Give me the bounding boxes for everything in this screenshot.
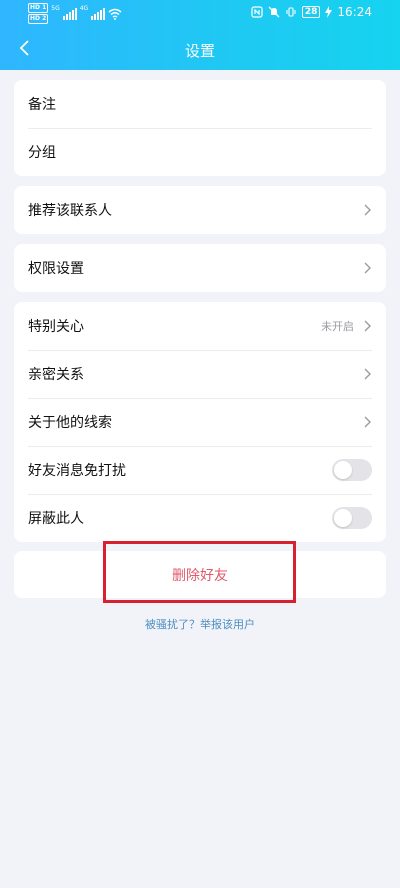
highlight-box <box>103 541 296 603</box>
network-type-1: 5G <box>51 5 60 12</box>
row-label: 权限设置 <box>28 261 84 277</box>
row-group[interactable]: 分组 <box>14 128 386 176</box>
hd-indicators: HD 1 HD 2 <box>28 3 49 24</box>
card-permissions: 权限设置 <box>14 244 386 292</box>
chevron-right-icon <box>364 320 371 332</box>
status-bar: HD 1 HD 2 5G 4G 28 16:24 <box>0 0 400 28</box>
page-title: 设置 <box>184 42 215 60</box>
chevron-right-icon <box>364 368 371 380</box>
row-label: 备注 <box>28 97 56 113</box>
card-recommend: 推荐该联系人 <box>14 186 386 234</box>
wifi-icon <box>108 8 122 20</box>
row-permission-settings[interactable]: 权限设置 <box>14 244 386 292</box>
chevron-right-icon <box>364 204 371 216</box>
hd1-label: HD 1 <box>28 3 49 13</box>
row-label: 特别关心 <box>28 319 84 335</box>
row-label: 好友消息免打扰 <box>28 463 126 479</box>
header: HD 1 HD 2 5G 4G 28 16:24 设置 <box>0 0 400 70</box>
report-user-link[interactable]: 被骚扰了？举报该用户 <box>0 616 400 632</box>
battery-level: 28 <box>301 6 321 18</box>
signal-icon <box>91 7 106 20</box>
row-recommend-contact[interactable]: 推荐该联系人 <box>14 186 386 234</box>
block-user-toggle[interactable] <box>332 507 372 529</box>
special-care-status: 未开启 <box>321 320 354 333</box>
mute-icon <box>268 6 280 18</box>
card-relationship: 特别关心 未开启 亲密关系 关于他的线索 好友消息免打扰 屏蔽此人 <box>14 302 386 542</box>
row-label: 关于他的线索 <box>28 415 112 431</box>
row-remark[interactable]: 备注 <box>14 80 386 128</box>
row-clues-about-him[interactable]: 关于他的线索 <box>14 398 386 446</box>
signal-icon <box>62 7 77 20</box>
row-do-not-disturb: 好友消息免打扰 <box>14 446 386 494</box>
status-left: HD 1 HD 2 5G 4G <box>28 3 122 24</box>
row-block-user: 屏蔽此人 <box>14 494 386 542</box>
row-intimate-relationship[interactable]: 亲密关系 <box>14 350 386 398</box>
card-remark-group: 备注 分组 <box>14 80 386 176</box>
row-label: 分组 <box>28 145 56 161</box>
chevron-right-icon <box>364 262 371 274</box>
row-label: 屏蔽此人 <box>28 511 84 527</box>
do-not-disturb-toggle[interactable] <box>332 459 372 481</box>
network-type-2: 4G <box>79 5 89 12</box>
row-label: 亲密关系 <box>28 367 84 383</box>
clock: 16:24 <box>337 5 372 19</box>
hd2-label: HD 2 <box>28 14 49 24</box>
status-right: 28 16:24 <box>251 5 372 19</box>
vibrate-icon <box>286 7 296 17</box>
nfc-icon <box>251 6 263 18</box>
charging-icon <box>325 6 333 18</box>
row-special-care[interactable]: 特别关心 未开启 <box>14 302 386 350</box>
toggle-knob <box>334 509 352 527</box>
toggle-knob <box>334 461 352 479</box>
chevron-right-icon <box>364 416 371 428</box>
row-label: 推荐该联系人 <box>28 203 112 219</box>
title-bar: 设置 <box>0 28 400 70</box>
